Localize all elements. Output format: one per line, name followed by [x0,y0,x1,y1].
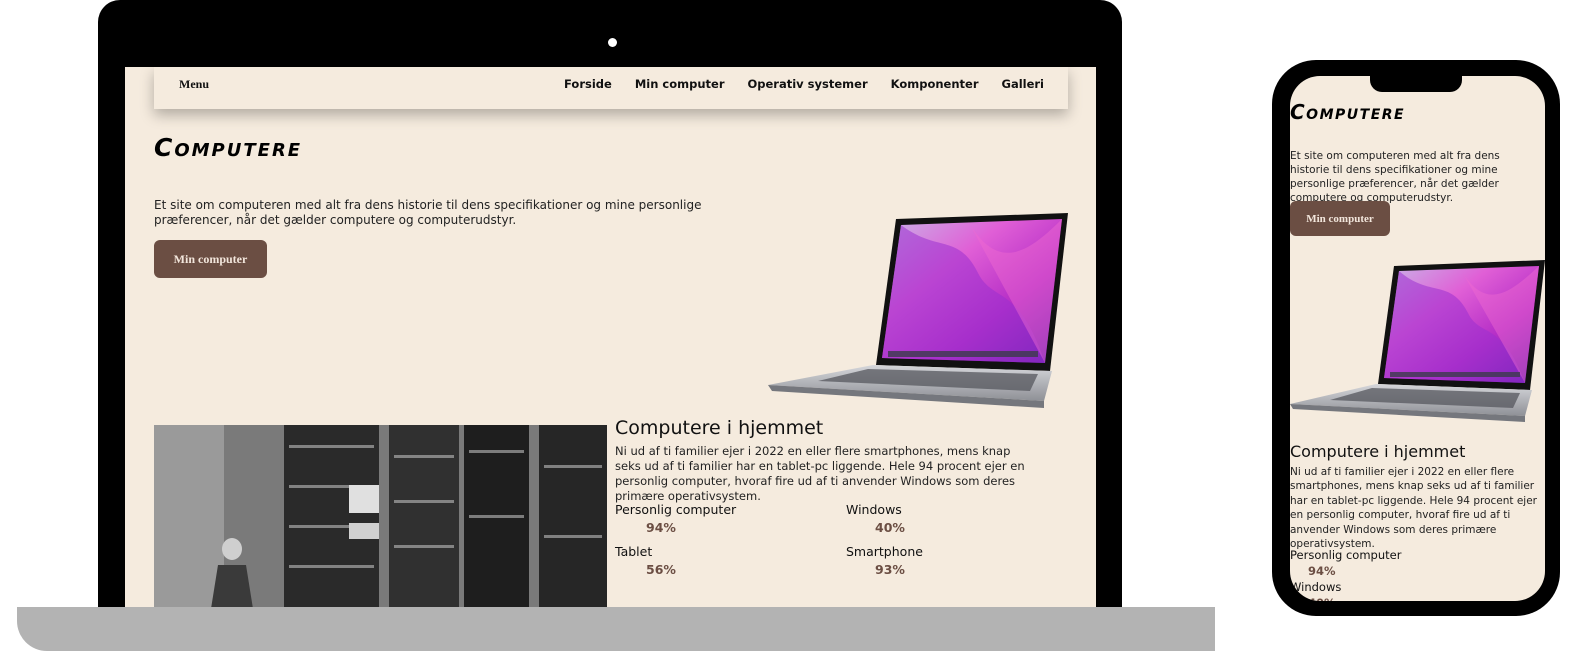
computer-history-photo [154,425,607,608]
laptop-camera [608,38,617,47]
phone-stat-value-windows: 40% [1308,596,1336,601]
stat-label-smartphone: Smartphone [846,544,923,559]
phone-stat-label-windows: Windows [1290,580,1342,594]
stat-label-tablet: Tablet [615,544,653,559]
nav-link-operativ-systemer[interactable]: Operativ systemer [748,77,868,91]
phone-page-title: Computere [1290,100,1406,124]
phone-notch [1370,72,1462,92]
nav-links: Forside Min computer Operativ systemer K… [564,77,1044,91]
phone-min-computer-button[interactable]: Min computer [1290,201,1390,236]
hero-description: Et site om computeren med alt fra dens h… [154,198,702,227]
stat-value-tablet: 56% [646,562,676,577]
phone-home-section-title: Computere i hjemmet [1290,442,1466,461]
phone-screen: Computere Et site om computeren med alt … [1290,76,1545,601]
phone-stat-label-personlig-computer: Personlig computer [1290,548,1402,562]
stat-value-smartphone: 93% [875,562,905,577]
min-computer-button[interactable]: Min computer [154,240,267,278]
stat-label-personlig-computer: Personlig computer [615,502,737,517]
nav-link-galleri[interactable]: Galleri [1002,77,1045,91]
phone-home-section-text: Ni ud af ti familier ejer i 2022 en elle… [1290,466,1537,551]
home-section-title: Computere i hjemmet [615,417,824,439]
menu-button[interactable]: Menu [179,77,209,92]
laptop-base [17,607,1215,651]
nav-link-min-computer[interactable]: Min computer [635,77,725,91]
navigation-bar: Menu Forside Min computer Operativ syste… [154,67,1068,109]
stat-label-windows: Windows [846,502,902,517]
laptop-screen: Menu Forside Min computer Operativ syste… [125,67,1096,608]
phone-laptop-image [1290,260,1545,422]
stat-value-personlig-computer: 94% [646,520,676,535]
nav-link-komponenter[interactable]: Komponenter [891,77,979,91]
home-section-text: Ni ud af ti familier ejer i 2022 en elle… [615,444,1025,503]
laptop-image [768,213,1068,408]
page-title: Computere [154,133,303,162]
nav-link-forside[interactable]: Forside [564,77,612,91]
phone-stat-value-personlig-computer: 94% [1308,564,1336,578]
phone-hero-description: Et site om computeren med alt fra dens h… [1290,150,1500,204]
stat-value-windows: 40% [875,520,905,535]
